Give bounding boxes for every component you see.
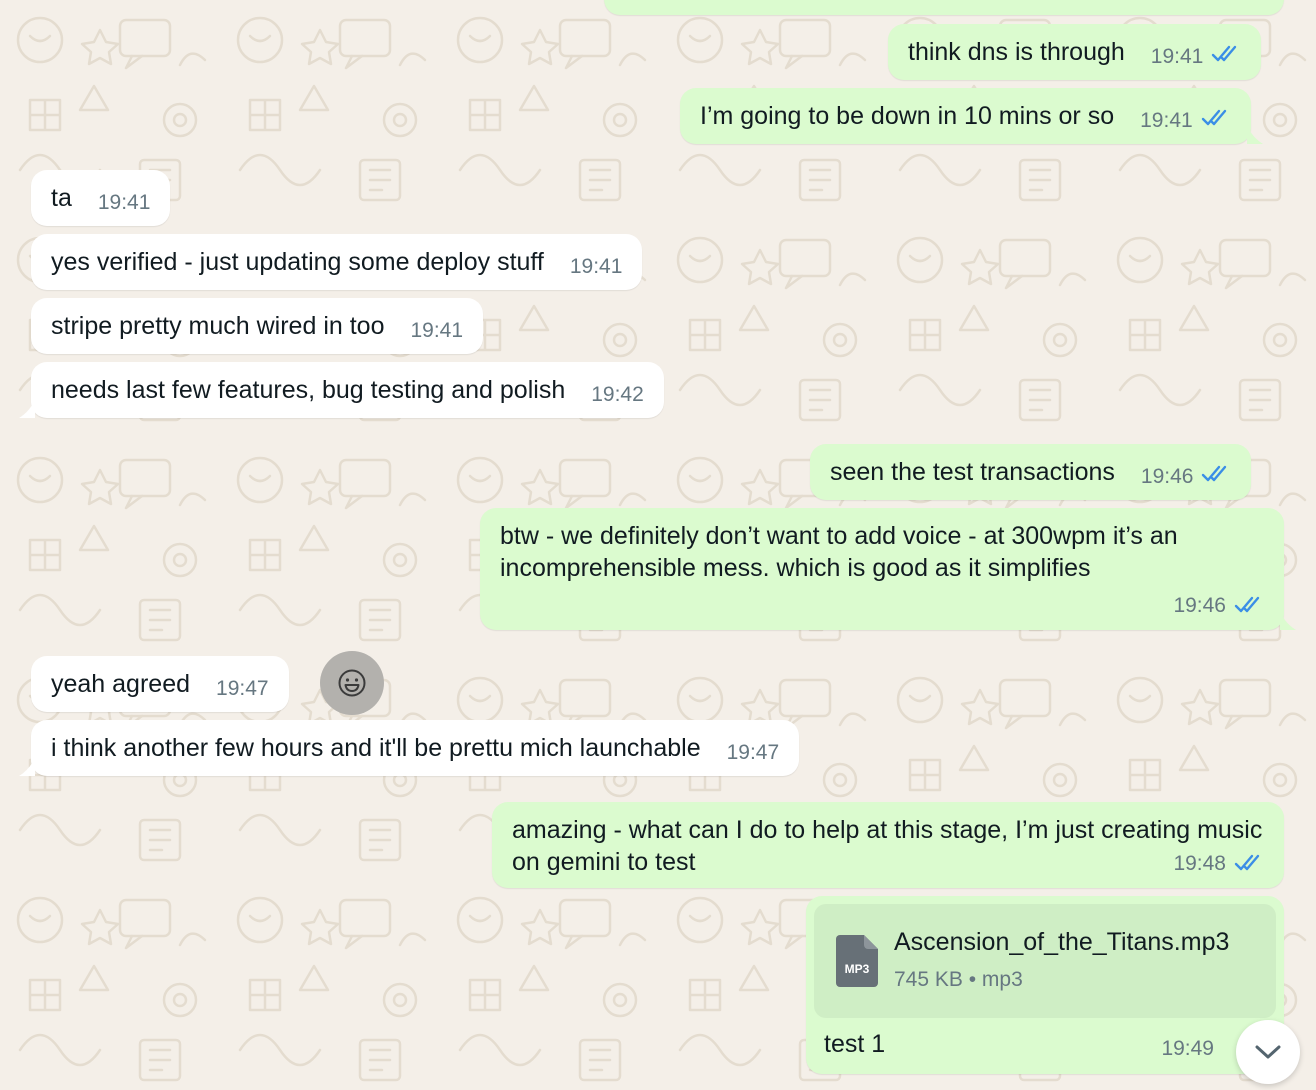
- message-bubble-file[interactable]: MP3 Ascension_of_the_Titans.mp3 745 KB •…: [806, 896, 1284, 1074]
- file-name: Ascension_of_the_Titans.mp3: [894, 928, 1230, 956]
- message-text: ta: [51, 184, 72, 212]
- double-check-icon: [1234, 590, 1264, 622]
- message-bubble-outgoing[interactable]: btw - we definitely don’t want to add vo…: [480, 508, 1296, 630]
- file-type: mp3: [981, 968, 1023, 991]
- message-time: 19:41: [569, 255, 623, 278]
- scroll-to-bottom-button[interactable]: [1236, 1020, 1300, 1084]
- message-time: 19:41: [97, 191, 151, 214]
- emoji-reaction-button[interactable]: [320, 651, 384, 715]
- file-size: 745 KB: [894, 968, 963, 991]
- message-time: 19:42: [591, 383, 644, 406]
- message-bubble-outgoing[interactable]: think dns is through 19:41: [888, 24, 1262, 80]
- message-bubble-incoming[interactable]: needs last few features, bug testing and…: [19, 362, 664, 418]
- message-time: 19:47: [726, 741, 780, 764]
- message-text: btw - we definitely don’t want to add vo…: [500, 522, 1178, 582]
- bubble-tail: [1246, 126, 1263, 144]
- file-meta-separator: •: [968, 968, 982, 991]
- message-time: 19:41: [1150, 45, 1204, 68]
- message-time: 19:48: [1173, 852, 1226, 875]
- message-text: yeah agreed: [51, 670, 191, 698]
- message-text: think dns is through: [908, 38, 1125, 66]
- message-time: 19:46: [1140, 465, 1194, 488]
- message-text: i think another few hours and it'll be p…: [51, 734, 701, 762]
- message-bubble-incoming[interactable]: yeah agreed 19:47: [31, 656, 289, 712]
- message-bubble-outgoing[interactable]: seen the test transactions 19:46: [810, 444, 1252, 500]
- message-text: needs last few features, bug testing and…: [51, 376, 566, 404]
- message-text: seen the test transactions: [830, 458, 1115, 486]
- smiley-face-icon: [338, 669, 366, 697]
- mp3-file-icon: MP3: [836, 935, 878, 987]
- message-bubble-outgoing[interactable]: amazing - what can I do to help at this …: [492, 802, 1284, 888]
- bubble-tail: [19, 400, 35, 418]
- message-bubble-incoming[interactable]: yes verified - just updating some deploy…: [31, 234, 643, 290]
- file-caption: test 1: [824, 1030, 886, 1058]
- message-text: amazing - what can I do to help at this …: [512, 816, 1263, 876]
- message-bubble-partial[interactable]: [604, 0, 1284, 15]
- message-meta: 19:48: [1173, 848, 1264, 880]
- chevron-down-icon: [1255, 1045, 1281, 1059]
- file-attachment-card[interactable]: MP3 Ascension_of_the_Titans.mp3 745 KB •…: [814, 904, 1276, 1018]
- bubble-tail: [1280, 612, 1296, 630]
- message-time: 19:41: [410, 319, 464, 342]
- double-check-icon: [1211, 39, 1241, 71]
- message-bubble-incoming[interactable]: i think another few hours and it'll be p…: [19, 720, 800, 776]
- message-bubble-incoming[interactable]: stripe pretty much wired in too 19:41: [31, 298, 484, 354]
- message-text: yes verified - just updating some deploy…: [51, 248, 544, 276]
- file-meta: 745 KB • mp3: [894, 964, 1229, 996]
- double-check-icon: [1201, 459, 1231, 491]
- message-time: 19:41: [1140, 109, 1193, 132]
- message-text: stripe pretty much wired in too: [51, 312, 385, 340]
- file-icon-label: MP3: [845, 962, 870, 976]
- message-bubble-outgoing[interactable]: I’m going to be down in 10 mins or so 19…: [680, 88, 1263, 144]
- message-time: 19:47: [216, 677, 269, 700]
- message-bubble-incoming[interactable]: ta 19:41: [31, 170, 171, 226]
- double-check-icon: [1201, 103, 1231, 135]
- message-time: 19:49: [1161, 1037, 1214, 1060]
- message-text: I’m going to be down in 10 mins or so: [700, 102, 1115, 130]
- double-check-icon: [1234, 848, 1264, 880]
- message-time: 19:46: [1173, 594, 1226, 617]
- bubble-tail: [19, 758, 35, 776]
